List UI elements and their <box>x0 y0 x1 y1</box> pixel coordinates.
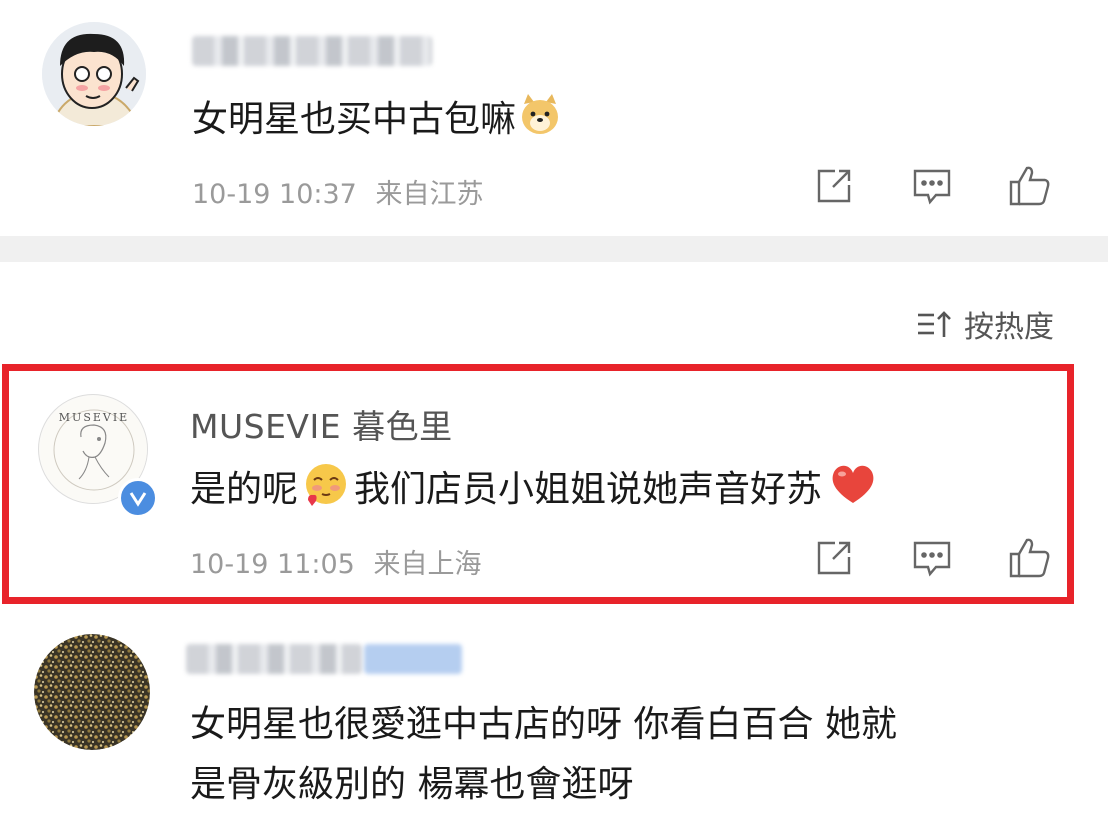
avatar[interactable] <box>34 634 150 750</box>
comment-text-line: 女明星也很愛逛中古店的呀 你看白百合 她就 <box>190 704 897 745</box>
comment-text-line: 是骨灰級別的 楊冪也會逛呀 <box>190 764 634 805</box>
username-blurred-badge <box>364 644 462 674</box>
sort-toggle[interactable]: 按热度 <box>916 302 1054 346</box>
sort-icon <box>916 309 952 339</box>
avatar[interactable] <box>42 22 146 126</box>
comment-item: 女明星也很愛逛中古店的呀 你看白百合 她就 是骨灰級別的 楊冪也會逛呀 <box>0 604 1108 836</box>
sort-label: 按热度 <box>964 310 1054 345</box>
section-divider <box>0 236 1108 262</box>
comment-item: 女明星也买中古包嘛 10-19 10:37 来自江苏 <box>0 0 1108 236</box>
repost-icon[interactable] <box>812 164 856 208</box>
comment-time: 10-19 10:37 <box>192 179 357 210</box>
comment-icon[interactable] <box>910 164 954 208</box>
comment-text: 女明星也很愛逛中古店的呀 你看白百合 她就 是骨灰級別的 楊冪也會逛呀 <box>190 700 897 810</box>
comment-actions <box>812 164 1052 208</box>
username-blurred[interactable] <box>186 644 362 674</box>
comment-text: 女明星也买中古包嘛 <box>192 90 564 152</box>
comment-text-body: 女明星也买中古包嘛 <box>192 99 517 140</box>
dog-emoji-icon <box>516 90 564 152</box>
like-icon[interactable] <box>1008 164 1052 208</box>
comment-meta: 10-19 10:37 来自江苏 <box>192 172 483 211</box>
username-blurred[interactable] <box>192 36 432 66</box>
comment-location: 来自江苏 <box>375 179 484 210</box>
highlight-frame <box>2 364 1074 604</box>
